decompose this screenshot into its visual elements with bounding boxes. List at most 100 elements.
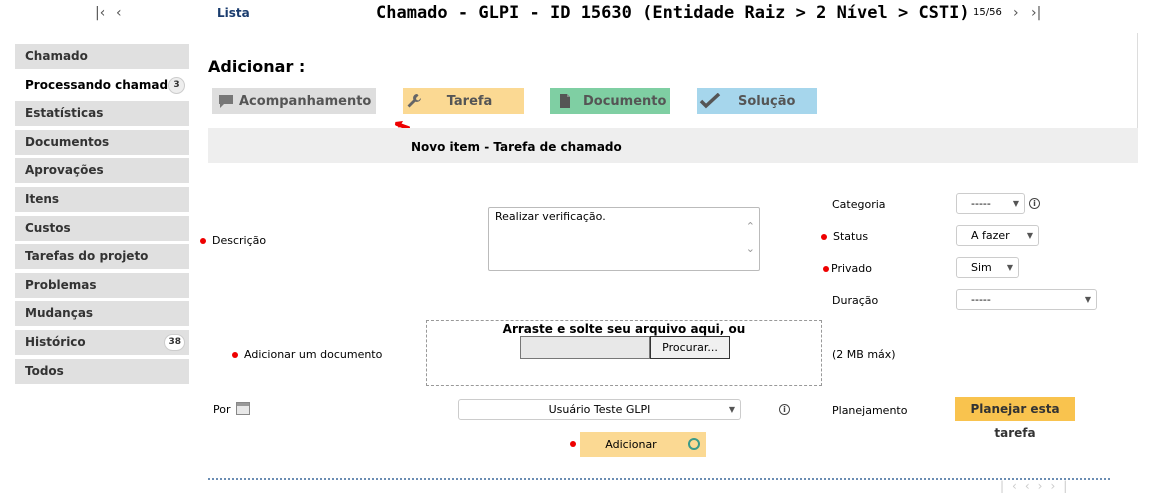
sidebar-item-todos[interactable]: Todos: [15, 358, 189, 384]
documento-button[interactable]: Documento: [550, 88, 670, 114]
sidebar-item-problemas[interactable]: Problemas: [15, 272, 189, 298]
sidebar-item-label: Mudanças: [25, 306, 94, 321]
sidebar-item-processando-chamado[interactable]: Processando chamado 3: [15, 72, 189, 98]
file-input[interactable]: [520, 336, 650, 359]
descricao-value: Realizar verificação.: [495, 210, 606, 223]
content-border: [1137, 33, 1138, 128]
solucao-button[interactable]: Solução: [697, 88, 817, 114]
sidebar-item-itens[interactable]: Itens: [15, 186, 189, 212]
sidebar-item-label: Processando chamado: [25, 77, 177, 92]
acompanhamento-label: Acompanhamento: [239, 93, 372, 109]
info-icon[interactable]: i: [779, 404, 790, 415]
first-page-icon[interactable]: |‹: [95, 5, 105, 21]
chevron-down-icon: ▼: [1006, 263, 1013, 272]
sidebar-item-documentos[interactable]: Documentos: [15, 129, 189, 155]
user-select[interactable]: Usuário Teste GLPI ▼: [458, 399, 741, 420]
last-page-icon[interactable]: ›|: [1031, 5, 1041, 21]
loading-spinner-icon: [682, 432, 706, 457]
chevron-down-icon: ▼: [728, 405, 735, 414]
categoria-value: -----: [971, 197, 991, 210]
categoria-label: Categoria: [832, 198, 886, 211]
sidebar-item-custos[interactable]: Custos: [15, 215, 189, 241]
sidebar-item-historico[interactable]: Histórico 38: [15, 329, 189, 355]
count-badge: 3: [168, 76, 185, 94]
top-bar: |‹ ‹ Lista Chamado - GLPI - ID 15630 (En…: [0, 0, 1159, 30]
status-row-label: Status: [821, 230, 868, 243]
sidebar-item-tarefas-do-projeto[interactable]: Tarefas do projeto: [15, 244, 189, 270]
planejar-tarefa-button[interactable]: Planejar esta tarefa: [955, 397, 1075, 440]
required-dot: [232, 352, 238, 358]
categoria-select[interactable]: ----- ▼: [956, 193, 1025, 214]
planejamento-label: Planejamento: [832, 404, 908, 417]
chevron-down-icon: ▼: [1084, 295, 1091, 304]
sidebar-item-label: Tarefas do projeto: [25, 249, 149, 264]
status-label: Status: [833, 230, 869, 243]
descricao-row-label: Descrição: [200, 234, 266, 247]
sidebar-item-mudancas[interactable]: Mudanças: [15, 301, 189, 327]
required-dot: [823, 266, 829, 272]
section-title: Novo item - Tarefa de chamado: [411, 140, 622, 154]
required-dot: [200, 238, 206, 244]
count-badge: 38: [164, 333, 185, 351]
required-dot: [570, 441, 576, 447]
faded-pager-icons: |‹‹››|: [1000, 479, 1076, 493]
wrench-icon: [406, 93, 422, 109]
user-value: Usuário Teste GLPI: [548, 403, 651, 416]
next-page-icon[interactable]: ›: [1013, 5, 1019, 21]
sidebar-item-label: Problemas: [25, 277, 97, 292]
scroll-down-icon[interactable]: ⌄: [746, 242, 755, 255]
sidebar-item-label: Estatísticas: [25, 106, 104, 121]
duracao-value: -----: [971, 293, 991, 306]
chevron-down-icon: ▼: [1012, 199, 1019, 208]
documento-label: Documento: [583, 93, 667, 109]
list-link[interactable]: Lista: [217, 6, 250, 20]
status-value: A fazer: [971, 229, 1010, 242]
required-dot: [821, 234, 827, 240]
add-title: Adicionar :: [208, 57, 306, 76]
descricao-label: Descrição: [212, 234, 267, 247]
sidebar-item-label: Histórico: [25, 334, 86, 349]
browse-button[interactable]: Procurar...: [650, 336, 730, 359]
sidebar-item-label: Custos: [25, 220, 71, 235]
scroll-up-icon[interactable]: ⌃: [746, 220, 755, 233]
max-size-text: (2 MB máx): [832, 348, 896, 361]
tarefa-button[interactable]: Tarefa: [403, 88, 524, 114]
privado-row-label: Privado: [823, 262, 872, 275]
documento-label: Adicionar um documento: [244, 348, 383, 361]
sidebar: Chamado Processando chamado 3 Estatística…: [15, 44, 189, 387]
adicionar-button[interactable]: Adicionar: [580, 432, 682, 457]
pager-count: 15/56: [973, 7, 1002, 18]
acompanhamento-button[interactable]: Acompanhamento: [212, 88, 376, 114]
sidebar-item-label: Todos: [25, 363, 64, 378]
sidebar-item-chamado[interactable]: Chamado: [15, 44, 189, 69]
solucao-label: Solução: [738, 93, 796, 109]
file-drop-zone[interactable]: Arraste e solte seu arquivo aqui, ou Pro…: [426, 320, 822, 386]
duracao-label: Duração: [832, 294, 879, 307]
drop-zone-text: Arraste e solte seu arquivo aqui, ou: [502, 322, 746, 336]
sidebar-item-label: Chamado: [25, 49, 88, 63]
divider: [208, 478, 1110, 480]
sidebar-item-estatisticas[interactable]: Estatísticas: [15, 101, 189, 127]
document-icon: [557, 93, 573, 109]
descricao-textarea[interactable]: Realizar verificação. ⌃ ⌄: [488, 207, 760, 271]
info-icon[interactable]: i: [1029, 198, 1040, 209]
documento-row-label: Adicionar um documento: [232, 348, 382, 361]
tarefa-label: Tarefa: [446, 93, 493, 109]
privado-select[interactable]: Sim ▼: [956, 257, 1019, 278]
por-label: Por: [213, 403, 231, 416]
privado-value: Sim: [971, 261, 992, 274]
section-header: [208, 128, 1138, 163]
sidebar-item-label: Itens: [25, 191, 60, 206]
sidebar-item-aprovacoes[interactable]: Aprovações: [15, 158, 189, 184]
privado-label: Privado: [831, 262, 872, 275]
previous-page-icon[interactable]: ‹: [116, 5, 122, 21]
chevron-down-icon: ▼: [1026, 231, 1033, 240]
sidebar-item-label: Aprovações: [25, 163, 104, 178]
comment-icon: [218, 93, 234, 109]
page-title: Chamado - GLPI - ID 15630 (Entidade Raiz…: [376, 3, 970, 23]
duracao-select[interactable]: ----- ▼: [956, 289, 1097, 310]
status-select[interactable]: A fazer ▼: [956, 225, 1039, 246]
calendar-icon[interactable]: [236, 402, 250, 415]
check-icon: [699, 92, 721, 109]
sidebar-item-label: Documentos: [25, 134, 110, 149]
